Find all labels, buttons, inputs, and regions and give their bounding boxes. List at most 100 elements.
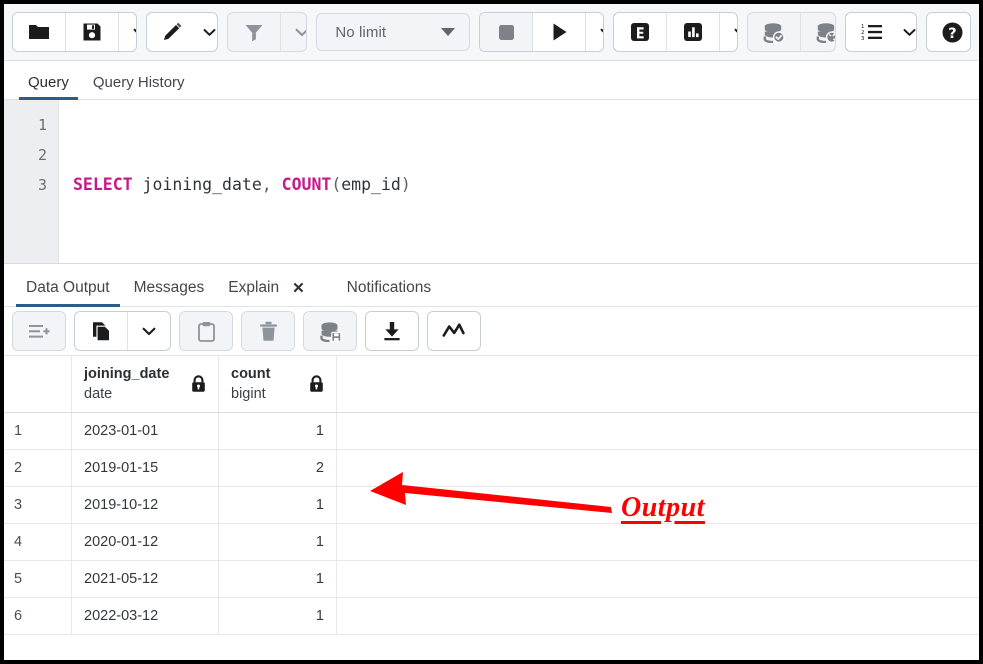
joining-date-cell[interactable]: 2021-05-12	[72, 561, 219, 597]
trash-icon	[259, 321, 278, 342]
chevron-down-icon	[142, 327, 156, 336]
lock-icon	[309, 375, 324, 393]
count-cell[interactable]: 2	[219, 450, 337, 486]
column-name: count	[231, 364, 270, 384]
sql-token: (	[331, 175, 341, 194]
table-row[interactable]: 4 2020-01-12 1	[4, 524, 979, 561]
joining-date-cell[interactable]: 2019-10-12	[72, 487, 219, 523]
save-dropdown-button[interactable]	[119, 13, 137, 51]
download-icon	[382, 321, 402, 341]
filter-icon	[244, 23, 264, 42]
explain-button[interactable]	[614, 13, 667, 51]
joining-date-cell[interactable]: 2020-01-12	[72, 524, 219, 560]
stop-query-button[interactable]	[480, 13, 533, 51]
line-number: 3	[4, 170, 58, 200]
copy-button[interactable]	[75, 312, 128, 350]
joining-date-column-header[interactable]: joining_date date	[72, 356, 219, 412]
sql-token: SELECT	[73, 175, 133, 194]
execute-query-button[interactable]	[533, 13, 586, 51]
download-button[interactable]	[366, 312, 418, 350]
column-type: bigint	[231, 384, 270, 404]
joining-date-cell[interactable]: 2023-01-01	[72, 413, 219, 449]
database-undo-icon	[815, 22, 836, 43]
grid-header-row: joining_date date count bigint	[4, 356, 979, 413]
save-file-button[interactable]	[66, 13, 119, 51]
database-check-icon	[762, 22, 786, 43]
list-numbered-icon: 1 2 3	[861, 23, 883, 41]
count-cell[interactable]: 1	[219, 561, 337, 597]
tab-data-output[interactable]: Data Output	[14, 279, 122, 306]
table-row[interactable]: 5 2021-05-12 1	[4, 561, 979, 598]
copy-group	[74, 311, 171, 351]
open-file-button[interactable]	[13, 13, 66, 51]
row-number-column-header	[4, 356, 72, 412]
count-cell[interactable]: 1	[219, 413, 337, 449]
database-save-icon	[319, 321, 342, 342]
count-cell[interactable]: 1	[219, 487, 337, 523]
sql-editor[interactable]: 1 2 3 SELECT joining_date, COUNT(emp_id)…	[4, 100, 979, 264]
column-type: date	[84, 384, 169, 404]
row-limit-value: No limit	[335, 24, 386, 41]
pgadmin-query-tool-window: No limit	[0, 0, 983, 664]
graph-visualiser-button[interactable]	[428, 312, 480, 350]
close-icon[interactable]: ✕	[292, 281, 305, 296]
question-circle-icon: ?	[941, 21, 964, 44]
copy-dropdown-button[interactable]	[128, 312, 170, 350]
tab-explain[interactable]: Explain ✕	[216, 279, 316, 306]
chevron-down-icon	[734, 28, 738, 37]
add-row-button[interactable]	[13, 312, 65, 350]
execute-group	[479, 12, 604, 52]
rollback-button[interactable]	[801, 13, 836, 51]
tab-query[interactable]: Query	[16, 74, 81, 99]
edit-button[interactable]	[147, 13, 194, 51]
explain-group	[613, 12, 738, 52]
commit-button[interactable]	[748, 13, 801, 51]
count-cell[interactable]: 1	[219, 524, 337, 560]
row-number-cell: 4	[4, 524, 72, 560]
download-group	[365, 311, 419, 351]
count-cell[interactable]: 1	[219, 598, 337, 634]
macros-button[interactable]: 1 2 3	[846, 13, 893, 51]
editor-line-number-gutter: 1 2 3	[4, 100, 59, 263]
play-icon	[550, 22, 569, 42]
table-row[interactable]: 3 2019-10-12 1	[4, 487, 979, 524]
column-name: joining_date	[84, 364, 169, 384]
paste-button[interactable]	[180, 312, 232, 350]
joining-date-cell[interactable]: 2019-01-15	[72, 450, 219, 486]
graph-line-icon	[442, 322, 466, 340]
table-row[interactable]: 6 2022-03-12 1	[4, 598, 979, 635]
help-button[interactable]: ?	[927, 13, 971, 51]
explain-dropdown-button[interactable]	[720, 13, 738, 51]
editor-tabstrip: Query Query History	[4, 61, 979, 100]
explain-analyze-button[interactable]	[667, 13, 720, 51]
tab-explain-label: Explain	[228, 279, 279, 297]
add-row-group	[12, 311, 66, 351]
sql-token: )	[401, 175, 411, 194]
table-row[interactable]: 1 2023-01-01 1	[4, 413, 979, 450]
sql-token: COUNT	[282, 175, 332, 194]
joining-date-cell[interactable]: 2022-03-12	[72, 598, 219, 634]
paste-group	[179, 311, 233, 351]
chevron-down-icon	[295, 28, 308, 37]
clipboard-icon	[197, 321, 216, 342]
table-row[interactable]: 2 2019-01-15 2	[4, 450, 979, 487]
edit-dropdown-button[interactable]	[194, 13, 218, 51]
delete-row-button[interactable]	[242, 312, 294, 350]
tab-notifications[interactable]: Notifications	[335, 279, 443, 306]
filter-button[interactable]	[228, 13, 281, 51]
result-grid[interactable]: joining_date date count bigint	[4, 356, 979, 653]
row-limit-select[interactable]: No limit	[316, 13, 470, 51]
tab-messages[interactable]: Messages	[122, 279, 217, 306]
line-number: 1	[4, 110, 58, 140]
tab-query-history[interactable]: Query History	[81, 74, 197, 99]
macros-dropdown-button[interactable]	[893, 13, 917, 51]
delete-row-group	[241, 311, 295, 351]
execute-dropdown-button[interactable]	[586, 13, 604, 51]
count-column-header[interactable]: count bigint	[219, 356, 337, 412]
output-tabstrip: Data Output Messages Explain ✕ Notificat…	[4, 264, 979, 307]
save-data-changes-button[interactable]	[304, 312, 356, 350]
sql-code-area[interactable]: SELECT joining_date, COUNT(emp_id) FROM …	[59, 100, 979, 263]
row-number-cell: 6	[4, 598, 72, 634]
filter-dropdown-button[interactable]	[281, 13, 308, 51]
code-line: SELECT joining_date, COUNT(emp_id)	[73, 170, 979, 200]
